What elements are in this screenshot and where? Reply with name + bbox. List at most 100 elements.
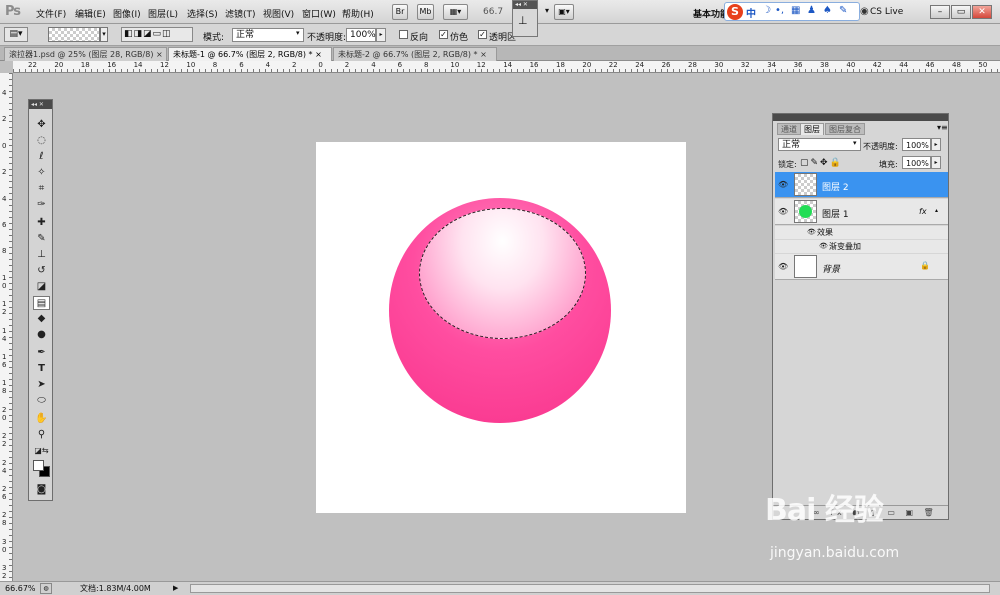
history-brush-tool-icon[interactable]: ↺ [33, 264, 50, 278]
tab-layer-comps[interactable]: 图层复合 [825, 123, 865, 135]
layer-name[interactable]: 背景 [822, 262, 840, 275]
cs-live-menu[interactable]: CS Live [870, 7, 903, 17]
ime-toolbar[interactable]: S 中 ☽ •, ▦ ♟ ♠ ✎ [724, 2, 860, 21]
menu-file[interactable]: 文件(F) [36, 7, 66, 20]
horizontal-scrollbar[interactable] [190, 584, 990, 593]
layer-opacity-arrow-icon[interactable]: ▸ [931, 138, 941, 151]
clone-source-icon[interactable]: ⊥ [518, 14, 528, 27]
effects-eye-icon[interactable]: 👁 [807, 226, 816, 239]
quick-select-tool-icon[interactable]: ✧ [33, 166, 50, 180]
arrange-dropdown-icon[interactable]: ▾ [542, 4, 552, 20]
lock-icons[interactable]: ▢✎✥🔒 [800, 158, 843, 168]
close-button[interactable]: ✕ [972, 5, 992, 19]
hand-tool-icon[interactable]: ✋ [33, 412, 50, 426]
layers-panel-header[interactable] [773, 114, 948, 121]
move-tool-icon[interactable]: ✥ [33, 118, 50, 132]
blur-tool-icon[interactable]: ◆ [33, 312, 50, 326]
status-info-icon[interactable]: ◍ [40, 583, 52, 594]
menu-select[interactable]: 选择(S) [187, 7, 218, 20]
document-canvas[interactable] [316, 142, 686, 513]
gradient-overlay-row[interactable]: 👁 渐变叠加 [775, 240, 948, 253]
fill-input[interactable]: 100% [902, 156, 931, 169]
menu-view[interactable]: 视图(V) [263, 7, 294, 20]
expand-effects-icon[interactable]: ▴ [935, 207, 938, 214]
panel-menu-icon[interactable]: ▾≡ [937, 123, 948, 132]
brush-tool-icon[interactable]: ✎ [33, 232, 50, 246]
menu-image[interactable]: 图像(I) [113, 7, 141, 20]
menu-edit[interactable]: 编辑(E) [75, 7, 106, 20]
menu-window[interactable]: 窗口(W) [302, 7, 336, 20]
marquee-tool-icon[interactable]: ◌ [33, 134, 50, 148]
view-extras-button[interactable]: ▦▾ [443, 4, 468, 20]
eraser-tool-icon[interactable]: ◪ [33, 280, 50, 294]
status-zoom[interactable]: 66.67% [5, 582, 36, 595]
gradient-overlay-eye-icon[interactable]: 👁 [819, 240, 828, 253]
ellipse-tool-icon[interactable]: ⬭ [33, 394, 50, 408]
tools-panel-header[interactable]: ◂◂ ✕ [29, 100, 52, 109]
fx-icon[interactable]: fx [919, 207, 927, 216]
layer-name[interactable]: 图层 1 [822, 207, 849, 220]
foreground-color-swatch[interactable] [33, 460, 44, 471]
bridge-button[interactable]: Br [392, 4, 408, 20]
elliptical-selection-highlight[interactable] [419, 208, 586, 339]
menu-help[interactable]: 帮助(H) [342, 7, 374, 20]
healing-brush-tool-icon[interactable]: ✚ [33, 216, 50, 230]
mode-dropdown-icon[interactable]: ▾ [296, 29, 300, 37]
blend-mode-dropdown-icon[interactable]: ▾ [853, 139, 857, 147]
gradient-picker-dropdown-icon[interactable]: ▾ [100, 27, 108, 42]
gradient-tool-icon[interactable]: ▤ [33, 296, 50, 310]
layer-name[interactable]: 图层 2 [822, 180, 849, 193]
tab-layers[interactable]: 图层 [800, 123, 824, 135]
opacity-arrow-icon[interactable]: ▸ [376, 28, 386, 42]
tab-document-1[interactable]: 滚拉器1.psd @ 25% (图层 28, RGB/8) × [4, 47, 167, 61]
reverse-checkbox[interactable] [399, 30, 408, 39]
minimize-button[interactable]: – [930, 5, 950, 19]
mini-bridge-button[interactable]: Mb [417, 4, 434, 20]
layer-row-background[interactable]: 👁 背景 🔒 [775, 254, 948, 280]
restore-button[interactable]: ▭ [951, 5, 971, 19]
tab-channels[interactable]: 通道 [777, 123, 801, 135]
eyedropper-tool-icon[interactable]: ✑ [33, 198, 50, 212]
lasso-tool-icon[interactable]: ℓ [33, 150, 50, 164]
transparency-checkbox[interactable]: ✓ [478, 30, 487, 39]
punctuation-icon[interactable]: •, [775, 5, 784, 16]
swap-colors-icon[interactable]: ◪⇆ [33, 444, 50, 458]
eye-icon[interactable]: 👁 [778, 207, 788, 216]
path-select-tool-icon[interactable]: ➤ [33, 378, 50, 392]
layer-row-2[interactable]: 👁 图层 2 [775, 172, 948, 198]
blend-mode-select[interactable]: 正常 [778, 138, 861, 151]
clone-stamp-tool-icon[interactable]: ⊥ [33, 248, 50, 262]
dodge-tool-icon[interactable]: ● [33, 328, 50, 342]
zoom-level[interactable]: 66.7 [483, 7, 503, 17]
eye-icon[interactable]: 👁 [778, 262, 788, 271]
wrench-icon[interactable]: ✎ [839, 5, 847, 16]
mode-select[interactable]: 正常 [232, 28, 304, 42]
gradient-picker[interactable] [48, 27, 100, 42]
floating-mini-panel[interactable]: ◂◂ ✕ ⊥ [512, 0, 538, 37]
pen-tool-icon[interactable]: ✒ [33, 346, 50, 360]
status-menu-arrow-icon[interactable]: ▶ [173, 582, 178, 595]
gradient-type-buttons[interactable]: ◧◨◪▭◫ [121, 27, 193, 42]
zoom-tool-icon[interactable]: ⚲ [33, 428, 50, 442]
menu-layer[interactable]: 图层(L) [148, 7, 178, 20]
moon-icon[interactable]: ☽ [762, 5, 771, 16]
mini-panel-header[interactable]: ◂◂ ✕ [513, 1, 537, 9]
user-icon[interactable]: ♟ [807, 5, 816, 16]
screen-mode-button[interactable]: ▣▾ [554, 4, 574, 20]
opacity-input[interactable]: 100% [346, 28, 376, 42]
tab-document-2[interactable]: 未标题-1 @ 66.7% (图层 2, RGB/8) * × [168, 47, 332, 61]
gradient-tool-preset-icon[interactable]: ▤▾ [4, 27, 28, 42]
skin-icon[interactable]: ♠ [823, 5, 832, 16]
type-tool-icon[interactable]: T [33, 362, 50, 376]
layer-row-1[interactable]: 👁 图层 1 fx ▴ [775, 199, 948, 225]
effects-row[interactable]: 👁 效果 [775, 226, 948, 239]
layer-opacity-input[interactable]: 100% [902, 138, 931, 151]
crop-tool-icon[interactable]: ⌗ [33, 182, 50, 196]
eye-icon[interactable]: 👁 [778, 180, 788, 189]
menu-filter[interactable]: 滤镜(T) [225, 7, 256, 20]
quick-mask-icon[interactable]: ◙ [33, 483, 50, 497]
tab-document-3[interactable]: 未标题-2 @ 66.7% (图层 2, RGB/8) * × [333, 47, 497, 61]
keyboard-icon[interactable]: ▦ [791, 5, 800, 16]
fill-arrow-icon[interactable]: ▸ [931, 156, 941, 169]
dither-checkbox[interactable]: ✓ [439, 30, 448, 39]
